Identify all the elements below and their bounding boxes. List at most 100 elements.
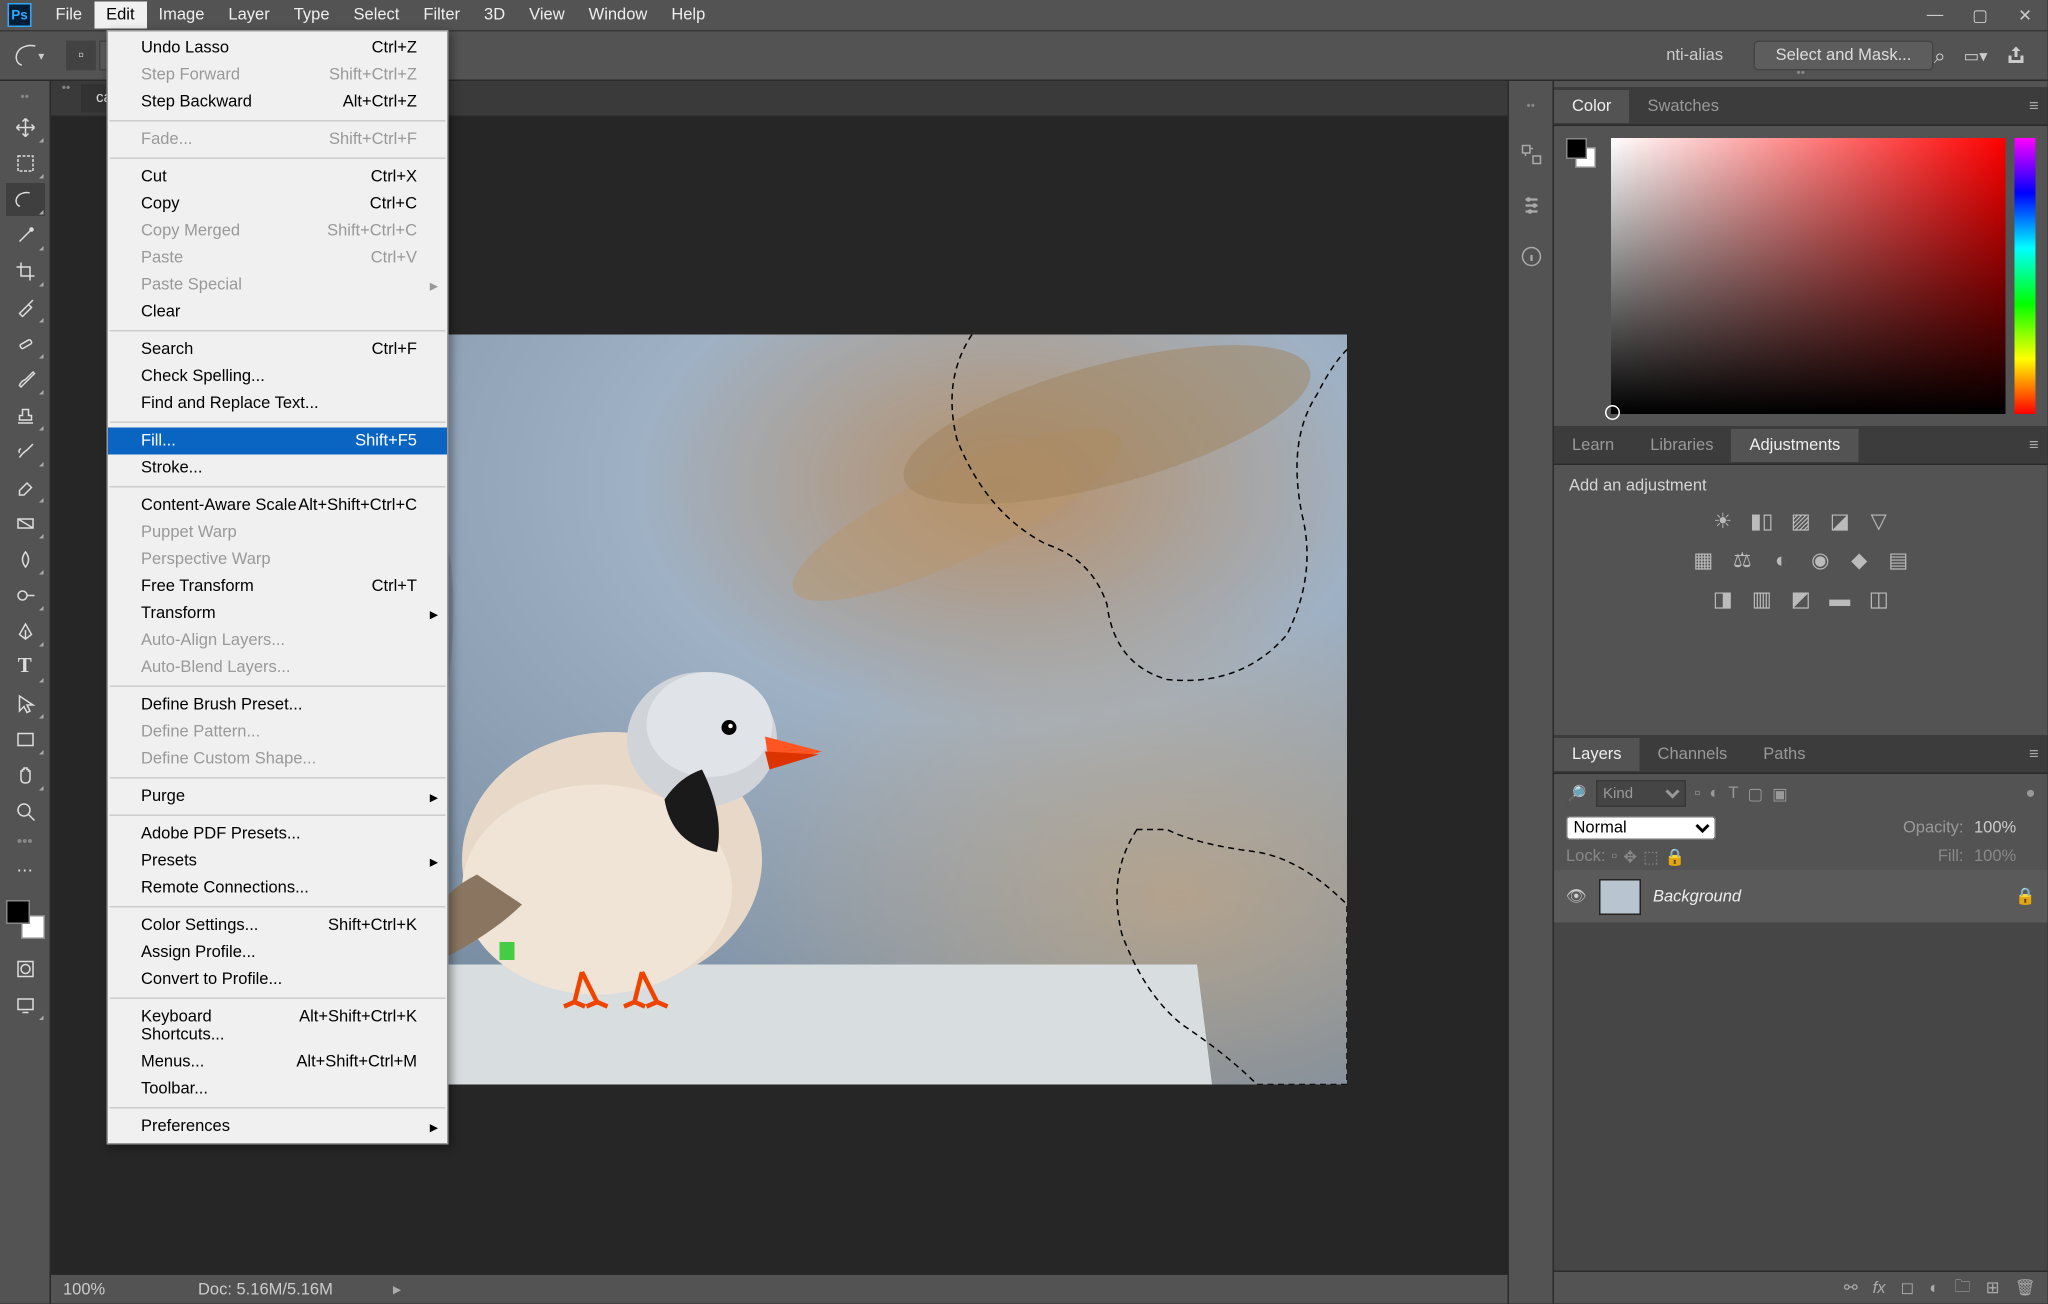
filter-pixel-icon[interactable]: ▫ — [1695, 785, 1701, 803]
menu-item-cut[interactable]: CutCtrl+X — [108, 164, 447, 191]
menu-item-stroke[interactable]: Stroke... — [108, 455, 447, 482]
curves-icon[interactable]: ▨ — [1787, 507, 1814, 534]
search-icon[interactable]: ⌕ — [1934, 43, 1946, 69]
new-layer-icon[interactable]: ⊞ — [1986, 1278, 2000, 1298]
maximize-button[interactable]: ▢ — [1961, 2, 2000, 29]
filter-toggle[interactable]: ● — [2026, 785, 2036, 803]
status-flyout[interactable]: ▸ — [393, 1280, 401, 1300]
blur-tool[interactable] — [5, 543, 44, 576]
layer-style-icon[interactable]: fx — [1873, 1279, 1886, 1297]
info-panel-icon[interactable] — [1514, 240, 1547, 273]
edit-toolbar[interactable]: ⋯ — [5, 854, 44, 887]
color-balance-icon[interactable]: ⚖ — [1729, 546, 1756, 573]
screen-mode-toggle[interactable] — [5, 989, 44, 1022]
layer-name[interactable]: Background — [1653, 887, 1741, 905]
close-button[interactable]: ✕ — [2006, 2, 2045, 29]
marquee-tool[interactable] — [5, 147, 44, 180]
hue-slider[interactable] — [2015, 138, 2036, 414]
menu-view[interactable]: View — [517, 2, 576, 29]
menu-item-fill[interactable]: Fill...Shift+F5 — [108, 428, 447, 455]
menu-item-define-brush-preset[interactable]: Define Brush Preset... — [108, 692, 447, 719]
eraser-tool[interactable] — [5, 471, 44, 504]
hand-tool[interactable] — [5, 759, 44, 792]
gradient-tool[interactable] — [5, 507, 44, 540]
color-fg-bg[interactable] — [1566, 138, 1602, 414]
menu-item-search[interactable]: SearchCtrl+F — [108, 336, 447, 363]
pen-tool[interactable] — [5, 615, 44, 648]
menu-item-purge[interactable]: Purge▸ — [108, 783, 447, 810]
menu-item-keyboard-shortcuts[interactable]: Keyboard Shortcuts...Alt+Shift+Ctrl+K — [108, 1004, 447, 1049]
menu-filter[interactable]: Filter — [411, 2, 472, 29]
bw-icon[interactable]: ◐ — [1768, 546, 1795, 573]
adjustments-tab[interactable]: Adjustments — [1731, 428, 1858, 461]
filter-adjust-icon[interactable]: ◐ — [1709, 785, 1719, 803]
menu-3d[interactable]: 3D — [472, 2, 517, 29]
type-tool[interactable]: T — [5, 651, 44, 684]
new-group-icon[interactable]: 🗀 — [1954, 1274, 1971, 1303]
menu-item-presets[interactable]: Presets▸ — [108, 848, 447, 875]
gradient-map-icon[interactable]: ▬ — [1826, 585, 1853, 612]
magic-wand-tool[interactable] — [5, 219, 44, 252]
threshold-icon[interactable]: ◩ — [1787, 585, 1814, 612]
fill-value[interactable]: 100% — [1970, 846, 2036, 867]
active-tool-icon[interactable]: ▾ — [9, 38, 51, 74]
quick-mask-toggle[interactable] — [5, 953, 44, 986]
eyedropper-tool[interactable] — [5, 291, 44, 324]
menu-select[interactable]: Select — [342, 2, 412, 29]
paths-tab[interactable]: Paths — [1745, 737, 1823, 770]
panel-menu-icon[interactable]: ≡ — [2020, 97, 2048, 115]
menu-item-clear[interactable]: Clear — [108, 299, 447, 326]
menu-layer[interactable]: Layer — [216, 2, 281, 29]
lock-all-icon[interactable]: 🔒 — [1665, 847, 1686, 867]
new-adjustment-icon[interactable]: ◐ — [1929, 1279, 1939, 1297]
foreground-background-colors[interactable] — [4, 899, 46, 941]
history-brush-tool[interactable] — [5, 435, 44, 468]
document-info[interactable]: Doc: 5.16M/5.16M — [198, 1280, 333, 1298]
layer-mask-icon[interactable]: ◻ — [1901, 1278, 1915, 1298]
filter-type-icon[interactable]: T — [1728, 785, 1738, 803]
invert-icon[interactable]: ◨ — [1709, 585, 1736, 612]
dodge-tool[interactable] — [5, 579, 44, 612]
menu-item-color-settings[interactable]: Color Settings...Shift+Ctrl+K — [108, 912, 447, 939]
brightness-icon[interactable]: ☀ — [1709, 507, 1736, 534]
layers-tab[interactable]: Layers — [1554, 737, 1640, 770]
history-panel-icon[interactable] — [1514, 138, 1547, 171]
layer-lock-icon[interactable]: 🔒 — [2015, 887, 2036, 907]
menu-item-preferences[interactable]: Preferences▸ — [108, 1113, 447, 1140]
color-tab[interactable]: Color — [1554, 89, 1629, 122]
color-lookup-icon[interactable]: ▤ — [1885, 546, 1912, 573]
selective-color-icon[interactable]: ◫ — [1865, 585, 1892, 612]
share-icon[interactable] — [2006, 45, 2027, 66]
layer-row[interactable]: 👁 Background 🔒 — [1554, 870, 2048, 924]
swatches-tab[interactable]: Swatches — [1629, 89, 1737, 122]
menu-item-content-aware-scale[interactable]: Content-Aware ScaleAlt+Shift+Ctrl+C — [108, 492, 447, 519]
menu-item-step-backward[interactable]: Step BackwardAlt+Ctrl+Z — [108, 89, 447, 116]
crop-tool[interactable] — [5, 255, 44, 288]
panel-menu-icon[interactable]: ≡ — [2020, 436, 2048, 454]
libraries-tab[interactable]: Libraries — [1632, 428, 1731, 461]
selection-new[interactable]: ▫ — [66, 41, 96, 71]
menu-item-transform[interactable]: Transform▸ — [108, 600, 447, 627]
hue-sat-icon[interactable]: ▦ — [1690, 546, 1717, 573]
exposure-icon[interactable]: ◪ — [1826, 507, 1853, 534]
channels-tab[interactable]: Channels — [1640, 737, 1746, 770]
stamp-tool[interactable] — [5, 399, 44, 432]
menu-item-assign-profile[interactable]: Assign Profile... — [108, 939, 447, 966]
lasso-tool[interactable] — [5, 183, 44, 216]
lock-artboard-icon[interactable]: ⬚ — [1643, 847, 1659, 867]
workspace-icon[interactable]: ▭▾ — [1964, 46, 1988, 66]
learn-tab[interactable]: Learn — [1554, 428, 1632, 461]
move-tool[interactable] — [5, 111, 44, 144]
rectangle-tool[interactable] — [5, 723, 44, 756]
menu-file[interactable]: File — [44, 2, 95, 29]
menu-item-find-and-replace-text[interactable]: Find and Replace Text... — [108, 390, 447, 417]
filter-shape-icon[interactable]: ▢ — [1748, 784, 1764, 804]
panel-menu-icon[interactable]: ≡ — [2020, 745, 2048, 763]
minimize-button[interactable]: ― — [1916, 2, 1955, 29]
channel-mixer-icon[interactable]: ◆ — [1846, 546, 1873, 573]
menu-item-undo-lasso[interactable]: Undo LassoCtrl+Z — [108, 35, 447, 62]
link-layers-icon[interactable]: ⚯ — [1844, 1278, 1858, 1298]
blend-mode[interactable]: Normal — [1566, 816, 1716, 840]
levels-icon[interactable]: ▮▯ — [1748, 507, 1775, 534]
opacity-value[interactable]: 100% — [1970, 818, 2036, 839]
